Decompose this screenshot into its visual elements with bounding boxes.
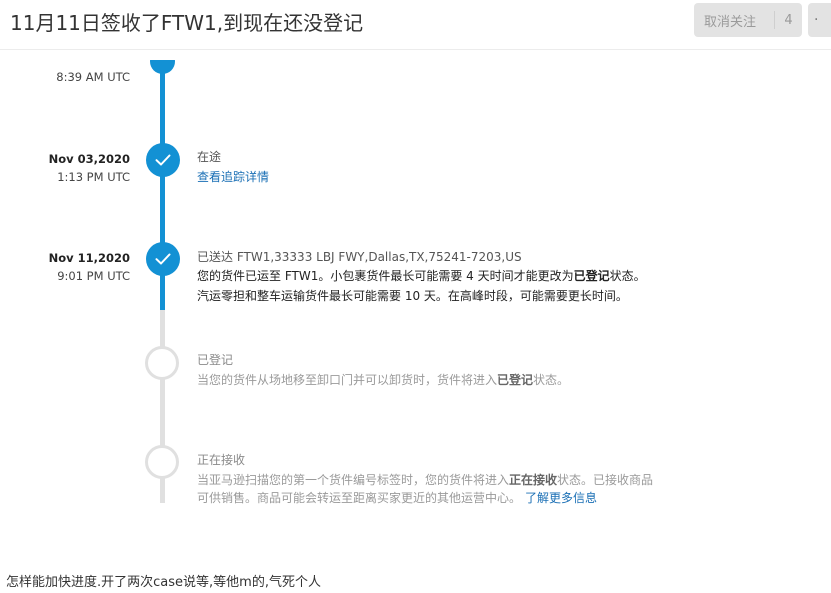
more-options-button[interactable]: · <box>808 3 831 37</box>
header-divider <box>0 49 831 50</box>
event-title-delivered: 已送达 FTW1,33333 LBJ FWY,Dallas,TX,75241-7… <box>197 250 522 264</box>
post-body-text: 怎样能加快进度.开了两次case说等,等他m的,气死个人 <box>6 575 321 590</box>
unfollow-label: 取消关注 <box>704 14 757 30</box>
event-date: Nov 11,2020 <box>48 251 130 265</box>
timeline-node-previous <box>150 60 175 74</box>
event-description-line: 可供销售。商品可能会转运至距离买家更近的其他运营中心。 了解更多信息 <box>197 491 598 505</box>
event-description-line: 当亚马逊扫描您的第一个货件编号标签时，您的货件将进入正在接收状态。已接收商品 <box>197 473 654 487</box>
checkmark-icon <box>155 154 171 166</box>
event-time: 9:01 PM UTC <box>57 269 130 283</box>
learn-more-link[interactable]: 了解更多信息 <box>525 491 597 505</box>
event-time: 8:39 AM UTC <box>56 70 130 84</box>
event-title-receiving: 正在接收 <box>197 453 246 467</box>
event-date: Nov 03,2020 <box>48 152 130 166</box>
event-title-in-transit: 在途 <box>197 150 222 164</box>
event-title-checked-in: 已登记 <box>197 353 234 367</box>
more-icon: · <box>814 12 819 28</box>
timeline-node-complete <box>146 143 180 177</box>
event-description-line: 当您的货件从场地移至卸口门并可以卸货时，货件将进入已登记状态。 <box>197 373 570 387</box>
unfollow-button[interactable]: 取消关注 4 <box>694 3 802 37</box>
event-description-line: 您的货件已运至 FTW1。小包裹货件最长可能需要 4 天时间才能更改为已登记状态… <box>197 269 646 283</box>
follow-count: 4 <box>784 12 793 28</box>
post-title: 11月11日签收了FTW1,到现在还没登记 <box>10 11 364 35</box>
timeline-node-pending <box>145 346 179 380</box>
timeline-node-complete <box>146 242 180 276</box>
tracking-details-link[interactable]: 查看追踪详情 <box>197 168 269 185</box>
timeline-node-pending <box>145 445 179 479</box>
event-time: 1:13 PM UTC <box>57 170 130 184</box>
event-description-line: 汽运零担和整车运输货件最长可能需要 10 天。在高峰时段，可能需要更长时间。 <box>197 289 628 303</box>
checkmark-icon <box>155 253 171 265</box>
